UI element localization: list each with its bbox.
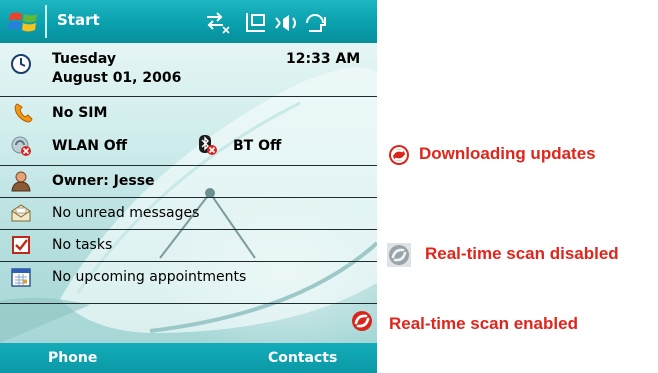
legend-downloading: Downloading updates: [387, 143, 647, 167]
messages-row[interactable]: No unread messages: [0, 199, 377, 227]
divider: [0, 261, 377, 262]
owner-icon: [11, 171, 31, 192]
phone-screen: Start Tuesday August 01, 2006 12:33 AM N…: [0, 0, 377, 373]
tasks-checkbox-icon: [12, 236, 30, 254]
connectivity-icon[interactable]: [207, 12, 230, 34]
phone-status-row[interactable]: No SIM: [0, 97, 377, 127]
date-full: August 01, 2006: [52, 70, 182, 86]
start-menu-title[interactable]: Start: [57, 11, 100, 29]
bluetooth-status-text: BT Off: [233, 138, 282, 154]
status-icons: [207, 12, 326, 34]
softkey-phone[interactable]: Phone: [48, 350, 97, 366]
messages-text: No unread messages: [52, 205, 200, 221]
tasks-text: No tasks: [52, 237, 113, 253]
windows-flag-icon[interactable]: [8, 8, 40, 36]
calendar-icon: [11, 268, 31, 287]
divider: [0, 303, 377, 304]
sync-icon[interactable]: [246, 13, 265, 32]
legend-downloading-text: Downloading updates: [419, 144, 596, 163]
divider: [0, 229, 377, 230]
downloading-updates-icon: [389, 145, 409, 165]
softkey-bar: Phone Contacts: [0, 343, 377, 373]
legend-scan-disabled: Real-time scan disabled: [387, 243, 655, 267]
owner-row[interactable]: Owner: Jesse: [0, 167, 377, 195]
divider: [0, 197, 377, 198]
wlan-status-text: WLAN Off: [52, 138, 128, 154]
appointments-row[interactable]: No upcoming appointments: [0, 263, 377, 291]
divider: [0, 165, 377, 166]
realtime-scan-enabled-icon[interactable]: [350, 309, 374, 333]
time-text: 12:33 AM: [286, 51, 361, 67]
legend-scan-enabled-text: Real-time scan enabled: [389, 314, 578, 333]
owner-text: Owner: Jesse: [52, 173, 155, 189]
phone-status-text: No SIM: [52, 105, 108, 121]
legend-scan-enabled: Real-time scan enabled: [387, 313, 637, 337]
battery-icon[interactable]: [306, 14, 326, 32]
date-day: Tuesday: [52, 51, 116, 67]
title-bar: Start: [0, 0, 377, 43]
realtime-scan-disabled-icon: [387, 243, 411, 267]
appointments-text: No upcoming appointments: [52, 269, 247, 285]
phone-icon: [14, 103, 33, 123]
bluetooth-off-icon: [199, 135, 217, 155]
softkey-contacts[interactable]: Contacts: [268, 350, 337, 366]
wireless-row[interactable]: WLAN Off BT Off: [0, 131, 377, 161]
wlan-off-icon: [11, 136, 31, 156]
legend-scan-disabled-text: Real-time scan disabled: [425, 244, 619, 263]
clock-icon: [11, 54, 31, 74]
date-time-row[interactable]: Tuesday August 01, 2006 12:33 AM: [0, 43, 377, 94]
envelope-icon: [11, 204, 31, 222]
tasks-row[interactable]: No tasks: [0, 231, 377, 259]
today-screen: Tuesday August 01, 2006 12:33 AM No SIM …: [0, 43, 377, 343]
volume-icon[interactable]: [275, 15, 296, 31]
title-separator: [45, 5, 47, 38]
